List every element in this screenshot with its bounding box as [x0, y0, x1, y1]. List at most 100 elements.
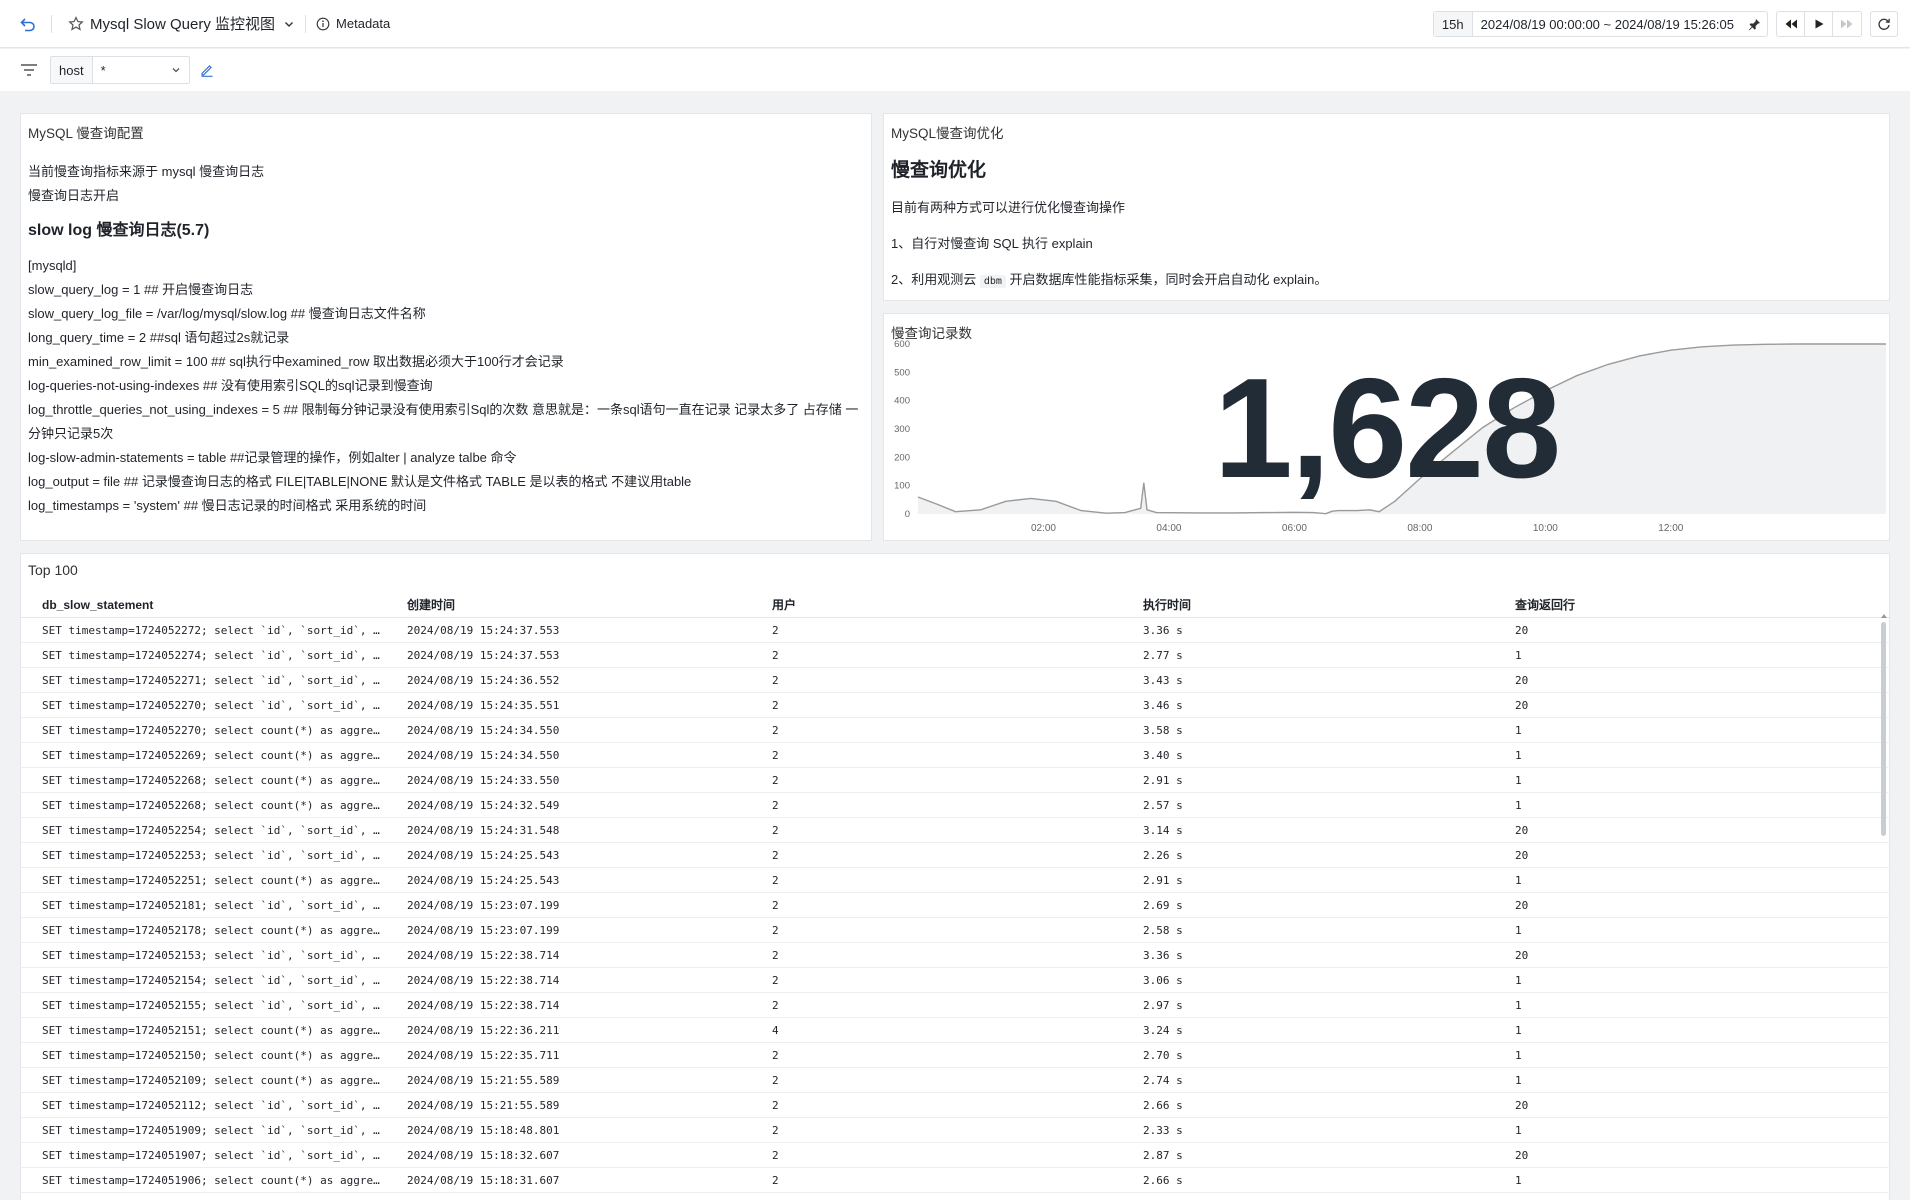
table-cell: 2	[772, 798, 779, 812]
table-row[interactable]: SET timestamp=1724052253; select `id`, `…	[21, 843, 1891, 868]
metadata-button[interactable]: Metadata	[316, 16, 390, 31]
table-row[interactable]: SET timestamp=1724052181; select `id`, `…	[21, 893, 1891, 918]
back-icon[interactable]	[15, 11, 41, 37]
table-cell: 2.91 s	[1143, 773, 1183, 787]
chevron-down-icon[interactable]	[283, 18, 295, 30]
time-range-text[interactable]: 2024/08/19 00:00:00 ~ 2024/08/19 15:26:0…	[1473, 12, 1742, 36]
table-row[interactable]: SET timestamp=1724052271; select `id`, `…	[21, 668, 1891, 693]
table-cell: 2024/08/19 15:18:32.607	[407, 1148, 560, 1162]
filter-bar: host *	[0, 49, 1910, 91]
info-icon	[316, 17, 330, 30]
table-row[interactable]: SET timestamp=1724052269; select count(*…	[21, 743, 1891, 768]
table-row[interactable]: SET timestamp=1724051907; select `id`, `…	[21, 1143, 1891, 1168]
table-cell: 2	[772, 1098, 779, 1112]
refresh-icon[interactable]	[1870, 11, 1898, 37]
table-cell: 2.57 s	[1143, 798, 1183, 812]
config-line: [mysqld]	[28, 258, 77, 273]
play-icon[interactable]	[1805, 12, 1833, 36]
table-row[interactable]: SET timestamp=1724051909; select `id`, `…	[21, 1118, 1891, 1143]
column-header[interactable]: db_slow_statement	[21, 598, 385, 612]
table-cell: SET timestamp=1724052271; select `id`, `…	[42, 673, 385, 687]
table-row[interactable]: SET timestamp=1724052109; select count(*…	[21, 1068, 1891, 1093]
variable-label: host	[51, 57, 93, 83]
table-cell: 20	[1515, 1148, 1529, 1162]
table-cell: 1	[1515, 748, 1522, 762]
table-row[interactable]: SET timestamp=1724052270; select count(*…	[21, 718, 1891, 743]
table-scrollbar[interactable]	[1881, 622, 1886, 836]
config-line: 当前慢查询指标来源于 mysql 慢查询日志	[28, 164, 265, 179]
config-line: slow_query_log = 1 ## 开启慢查询日志	[28, 282, 254, 297]
column-header[interactable]: 创建时间	[385, 596, 757, 613]
table-row[interactable]: SET timestamp=1724052150; select count(*…	[21, 1043, 1891, 1068]
table-row[interactable]: SET timestamp=1724052268; select count(*…	[21, 768, 1891, 793]
table-row[interactable]: SET timestamp=1724052254; select `id`, `…	[21, 818, 1891, 843]
config-line: log_throttle_queries_not_using_indexes =…	[28, 402, 859, 441]
time-range-picker[interactable]: 15h 2024/08/19 00:00:00 ~ 2024/08/19 15:…	[1432, 11, 1768, 37]
table-cell: 2.33 s	[1143, 1123, 1183, 1137]
table-row[interactable]: SET timestamp=1724052178; select count(*…	[21, 918, 1891, 943]
table-cell: 2.97 s	[1143, 998, 1183, 1012]
table-row[interactable]: SET timestamp=1724052272; select `id`, `…	[21, 618, 1891, 643]
table-row[interactable]: SET timestamp=1724052268; select count(*…	[21, 793, 1891, 818]
table-cell: 2.26 s	[1143, 848, 1183, 862]
table-cell: 2.66 s	[1143, 1098, 1183, 1112]
table-cell: 2024/08/19 15:18:31.607	[407, 1173, 560, 1187]
panel-title: 慢查询记录数	[891, 326, 972, 341]
chevron-down-icon	[172, 68, 180, 73]
table-cell: 3.46 s	[1143, 698, 1183, 712]
table-cell: 4	[772, 1023, 779, 1037]
table-cell: 2024/08/19 15:18:48.801	[407, 1123, 560, 1137]
table-row[interactable]: SET timestamp=1724052154; select `id`, `…	[21, 968, 1891, 993]
config-line: log-queries-not-using-indexes ## 没有使用索引S…	[28, 378, 433, 393]
column-header[interactable]: 用户	[757, 596, 1129, 613]
panel-title: MySQL 慢查询配置	[28, 126, 144, 141]
table-cell: 2	[772, 923, 779, 937]
table-row[interactable]: SET timestamp=1724052251; select count(*…	[21, 868, 1891, 893]
table-cell: 2024/08/19 15:24:32.549	[407, 798, 560, 812]
table-cell: SET timestamp=1724052153; select `id`, `…	[42, 948, 385, 962]
table-cell: 2	[772, 1048, 779, 1062]
config-line: log-slow-admin-statements = table ##记录管理…	[28, 450, 517, 465]
table-cell: SET timestamp=1724052268; select count(*…	[42, 773, 385, 787]
table-row[interactable]: SET timestamp=1724052155; select `id`, `…	[21, 993, 1891, 1018]
column-header[interactable]: 执行时间	[1129, 596, 1501, 613]
table-cell: 2024/08/19 15:22:36.211	[407, 1023, 560, 1037]
table-row[interactable]: SET timestamp=1724052112; select `id`, `…	[21, 1093, 1891, 1118]
table-cell: 2	[772, 673, 779, 687]
column-header[interactable]: 查询返回行	[1501, 596, 1871, 613]
panel-title: MySQL慢查询优化	[891, 126, 1004, 141]
table-cell: 2024/08/19 15:24:33.550	[407, 773, 560, 787]
table-cell: SET timestamp=1724052251; select count(*…	[42, 873, 385, 887]
filter-icon[interactable]	[20, 63, 38, 77]
table-row[interactable]: SET timestamp=1724052274; select `id`, `…	[21, 643, 1891, 668]
table-cell: 3.36 s	[1143, 623, 1183, 637]
table-cell: 3.40 s	[1143, 748, 1183, 762]
table-cell: SET timestamp=1724052270; select `id`, `…	[42, 698, 385, 712]
table-cell: SET timestamp=1724052151; select count(*…	[42, 1023, 385, 1037]
table-cell: SET timestamp=1724052109; select count(*…	[42, 1073, 385, 1087]
rewind-icon[interactable]	[1777, 12, 1805, 36]
config-line: min_examined_row_limit = 100 ## sql执行中ex…	[28, 354, 564, 369]
pin-icon[interactable]	[1742, 12, 1767, 36]
table-cell: 3.06 s	[1143, 973, 1183, 987]
edit-icon[interactable]	[200, 63, 214, 77]
scroll-up-icon[interactable]	[1881, 614, 1887, 618]
time-quick-select[interactable]: 15h	[1433, 12, 1473, 36]
table-row[interactable]: SET timestamp=1724052151; select count(*…	[21, 1018, 1891, 1043]
host-select[interactable]: *	[92, 57, 189, 83]
table-cell: 2024/08/19 15:23:07.199	[407, 898, 560, 912]
table-row[interactable]: SET timestamp=1724051906; select count(*…	[21, 1168, 1891, 1193]
fast-forward-icon[interactable]	[1833, 12, 1861, 36]
table-row[interactable]: SET timestamp=1724052153; select `id`, `…	[21, 943, 1891, 968]
top-100-panel: Top 100 db_slow_statement 创建时间 用户 执行时间 查…	[20, 553, 1891, 1200]
table-cell: 1	[1515, 923, 1522, 937]
config-line: log_timestamps = 'system' ## 慢日志记录的时间格式 …	[28, 498, 427, 513]
star-icon[interactable]	[68, 15, 84, 32]
table-cell: 20	[1515, 698, 1529, 712]
table-cell: SET timestamp=1724052181; select `id`, `…	[42, 898, 385, 912]
x-tick-label: 08:00	[1407, 523, 1432, 534]
table-row[interactable]: SET timestamp=1724052270; select `id`, `…	[21, 693, 1891, 718]
table-cell: 2.70 s	[1143, 1048, 1183, 1062]
table-cell: 1	[1515, 648, 1522, 662]
table-cell: 2	[772, 723, 779, 737]
